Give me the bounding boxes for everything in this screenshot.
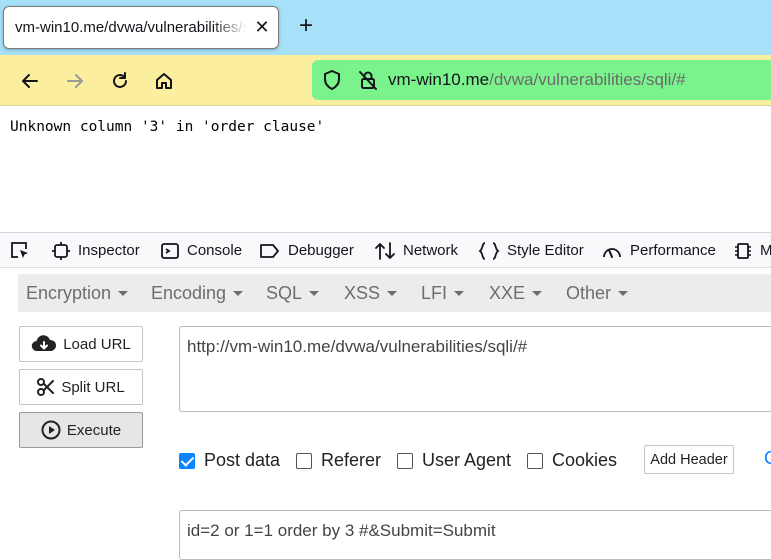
tab-style-editor[interactable]: Style Editor <box>478 233 584 268</box>
style-editor-icon <box>478 241 500 260</box>
back-button[interactable] <box>15 66 45 96</box>
cloud-download-icon <box>31 335 57 352</box>
error-message: Unknown column '3' in 'order clause' <box>10 119 325 135</box>
post-data-value: id=2 or 1=1 order by 3 #&Submit=Submit <box>187 521 496 540</box>
split-url-button[interactable]: Split URL <box>19 369 143 405</box>
menu-other[interactable]: Other <box>566 283 629 304</box>
devtools-toolbar: Inspector Console Debugger Network Style… <box>0 232 771 268</box>
tab-inspector[interactable]: Inspector <box>51 233 140 268</box>
user-agent-label: User Agent <box>422 450 512 470</box>
element-picker-button[interactable] <box>9 233 38 268</box>
tab-console-label: Console <box>187 242 243 259</box>
user-agent-checkbox[interactable]: User Agent <box>397 450 511 471</box>
checkbox-icon[interactable] <box>296 452 312 469</box>
checkbox-checked-icon[interactable] <box>179 452 195 469</box>
menu-encryption-label: Encryption <box>26 283 112 303</box>
menu-sql[interactable]: SQL <box>266 283 320 304</box>
split-url-label: Split URL <box>61 378 125 396</box>
menu-xxe-label: XXE <box>489 283 526 303</box>
caret-down-icon <box>233 290 244 296</box>
post-data-checkbox[interactable]: Post data <box>179 450 280 471</box>
load-url-label: Load URL <box>63 335 131 353</box>
menu-encoding[interactable]: Encoding <box>151 283 244 304</box>
tab-network-label: Network <box>403 242 459 259</box>
reload-button[interactable] <box>105 66 135 96</box>
menu-sql-label: SQL <box>266 283 303 303</box>
referer-label: Referer <box>321 450 382 470</box>
caret-down-icon <box>309 290 320 296</box>
checkbox-icon[interactable] <box>527 452 543 469</box>
cookies-checkbox[interactable]: Cookies <box>527 450 617 471</box>
tab-style-editor-label: Style Editor <box>507 242 584 259</box>
url-domain: vm-win10.me <box>388 70 490 89</box>
forward-button[interactable] <box>60 66 90 96</box>
caret-down-icon <box>387 290 398 296</box>
menu-other-label: Other <box>566 283 612 303</box>
url-text[interactable]: vm-win10.me/dvwa/vulnerabilities/sqli/# <box>388 70 686 90</box>
url-bar[interactable]: vm-win10.me/dvwa/vulnerabilities/sqli/# <box>312 60 771 100</box>
element-picker-icon <box>11 241 28 258</box>
tab-memory[interactable]: M <box>733 233 771 268</box>
home-icon <box>156 73 172 89</box>
network-icon <box>375 241 395 260</box>
tab-performance-label: Performance <box>630 242 716 259</box>
reload-icon <box>113 72 127 88</box>
url-textarea-value: http://vm-win10.me/dvwa/vulnerabilities/… <box>187 337 528 356</box>
cookies-label: Cookies <box>552 450 618 470</box>
menu-encryption[interactable]: Encryption <box>26 283 129 304</box>
caret-down-icon <box>118 290 129 296</box>
post-data-textarea[interactable]: id=2 or 1=1 order by 3 #&Submit=Submit <box>179 510 771 560</box>
url-path: /dvwa/vulnerabilities/sqli/# <box>489 70 686 89</box>
debugger-icon <box>260 243 279 258</box>
caret-down-icon <box>618 290 629 296</box>
scissors-icon <box>37 378 55 396</box>
tab-console[interactable]: Console <box>160 233 242 268</box>
referer-checkbox[interactable]: Referer <box>296 450 381 471</box>
play-circle-icon <box>41 420 61 440</box>
navigation-bar: vm-win10.me/dvwa/vulnerabilities/sqli/# <box>0 55 771 106</box>
hackbar-panel: Encryption Encoding SQL XSS LFI XXE Othe… <box>0 268 771 560</box>
tab-performance[interactable]: Performance <box>601 233 716 268</box>
clipped-button-text[interactable]: C <box>764 448 771 469</box>
menu-xxe[interactable]: XXE <box>489 283 543 304</box>
menu-xss-label: XSS <box>344 283 381 303</box>
page-content: Unknown column '3' in 'order clause' <box>0 106 771 232</box>
tab-debugger[interactable]: Debugger <box>259 233 354 268</box>
checkbox-icon[interactable] <box>397 452 413 469</box>
menu-xss[interactable]: XSS <box>344 283 398 304</box>
tab-active[interactable]: vm-win10.me/dvwa/vulnerabilities/sqli/# … <box>3 6 279 49</box>
tab-memory-label: M <box>760 242 771 259</box>
close-icon[interactable]: ✕ <box>252 16 272 38</box>
menu-lfi-label: LFI <box>421 283 448 303</box>
performance-icon <box>603 247 621 258</box>
memory-icon <box>735 242 751 259</box>
caret-down-icon <box>454 290 465 296</box>
load-url-button[interactable]: Load URL <box>19 326 143 362</box>
tab-title: vm-win10.me/dvwa/vulnerabilities/sqli/# <box>15 19 247 36</box>
console-icon <box>161 242 179 259</box>
arrow-left-icon <box>22 74 38 88</box>
tab-strip: vm-win10.me/dvwa/vulnerabilities/sqli/# … <box>0 0 771 55</box>
tab-inspector-label: Inspector <box>78 242 140 259</box>
arrow-right-icon <box>67 74 83 88</box>
url-textarea[interactable]: http://vm-win10.me/dvwa/vulnerabilities/… <box>179 326 771 412</box>
caret-down-icon <box>532 290 543 296</box>
inspector-icon <box>52 241 70 260</box>
execute-label: Execute <box>66 421 122 439</box>
post-data-label: Post data <box>204 450 281 470</box>
add-header-button[interactable]: Add Header <box>644 445 734 474</box>
menu-lfi[interactable]: LFI <box>421 283 465 304</box>
new-tab-button[interactable]: + <box>293 14 319 40</box>
hackbar-menubar: Encryption Encoding SQL XSS LFI XXE Othe… <box>18 274 771 312</box>
shield-icon[interactable] <box>321 69 343 91</box>
tab-debugger-label: Debugger <box>288 242 354 259</box>
tab-network[interactable]: Network <box>374 233 458 268</box>
execute-button[interactable]: Execute <box>19 412 143 448</box>
menu-encoding-label: Encoding <box>151 283 227 303</box>
lock-insecure-icon[interactable] <box>357 69 379 91</box>
home-button[interactable] <box>149 66 179 96</box>
